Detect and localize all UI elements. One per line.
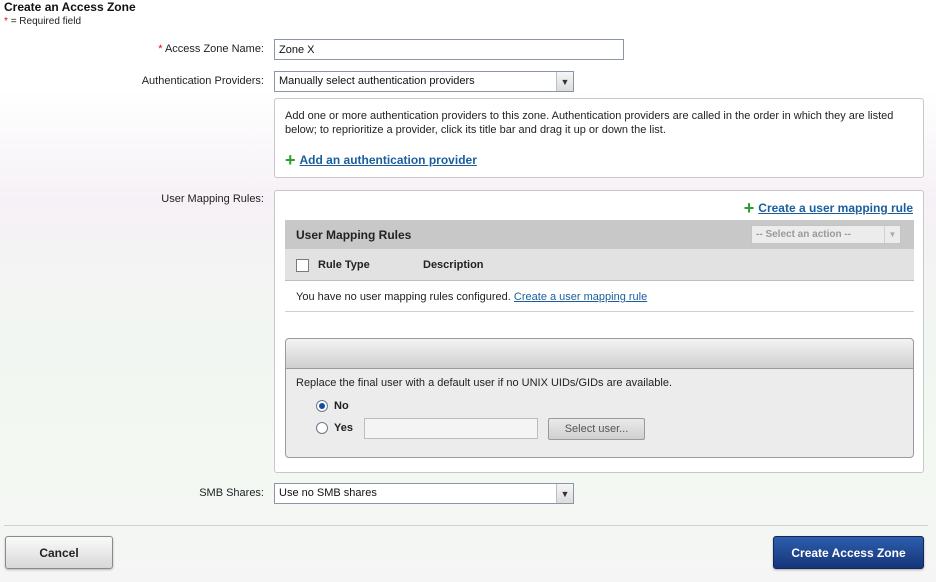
auth-providers-label: Authentication Providers:: [141, 75, 264, 87]
column-rule-type[interactable]: Rule Type: [318, 259, 370, 271]
mapping-table-title: User Mapping Rules: [296, 228, 412, 242]
chevron-down-icon[interactable]: ▼: [556, 484, 573, 503]
action-select[interactable]: -- Select an action -- ▼: [751, 225, 901, 244]
default-user-bar: [286, 339, 913, 369]
create-access-zone-button[interactable]: Create Access Zone: [773, 536, 924, 569]
user-mapping-panel: + Create a user mapping rule User Mappin…: [274, 190, 924, 473]
auth-providers-panel: Add one or more authentication providers…: [274, 98, 924, 178]
default-user-input[interactable]: [364, 418, 538, 439]
radio-selected-dot: [319, 403, 325, 409]
auth-providers-selected: Manually select authentication providers: [279, 75, 475, 87]
cancel-button[interactable]: Cancel: [5, 536, 113, 569]
divider: [285, 311, 914, 312]
auth-providers-select[interactable]: Manually select authentication providers…: [274, 71, 574, 92]
add-auth-provider-link[interactable]: Add an authentication provider: [300, 153, 477, 167]
auth-providers-info: Add one or more authentication providers…: [285, 110, 894, 136]
select-user-button[interactable]: Select user...: [548, 418, 645, 440]
mapping-table-columns: Rule Type Description: [285, 249, 914, 281]
radio-yes[interactable]: [316, 422, 328, 434]
option-yes[interactable]: Yes: [316, 422, 353, 434]
option-yes-label: Yes: [334, 422, 353, 434]
zone-name-label: * Access Zone Name:: [158, 43, 264, 55]
default-user-box: Replace the final user with a default us…: [285, 338, 914, 458]
smb-shares-selected: Use no SMB shares: [279, 487, 377, 499]
column-description[interactable]: Description: [423, 259, 484, 271]
add-auth-provider-button[interactable]: + Add an authentication provider: [285, 150, 477, 170]
required-note-text: = Required field: [10, 16, 82, 27]
mapping-empty-row: You have no user mapping rules configure…: [296, 291, 647, 303]
smb-shares-select[interactable]: Use no SMB shares ▼: [274, 483, 574, 504]
required-star: *: [158, 43, 163, 55]
footer-divider: [4, 525, 928, 526]
smb-shares-label: SMB Shares:: [199, 487, 264, 499]
plus-icon: +: [743, 198, 755, 218]
mapping-table-header: User Mapping Rules -- Select an action -…: [285, 220, 914, 249]
chevron-down-icon[interactable]: ▼: [556, 72, 573, 91]
create-mapping-rule-button[interactable]: + Create a user mapping rule: [743, 198, 913, 218]
mapping-empty-link[interactable]: Create a user mapping rule: [514, 291, 647, 303]
mapping-empty-text: You have no user mapping rules configure…: [296, 291, 511, 303]
select-all-checkbox[interactable]: [296, 259, 309, 272]
option-no[interactable]: No: [316, 400, 349, 412]
chevron-down-icon: ▼: [884, 226, 900, 243]
option-no-label: No: [334, 400, 349, 412]
radio-no[interactable]: [316, 400, 328, 412]
create-mapping-rule-link[interactable]: Create a user mapping rule: [758, 201, 913, 215]
action-select-placeholder: -- Select an action --: [756, 229, 852, 240]
required-note: * = Required field: [4, 16, 81, 27]
zone-name-input[interactable]: [274, 39, 624, 60]
plus-icon: +: [285, 150, 296, 170]
page-title: Create an Access Zone: [4, 0, 136, 14]
default-user-text: Replace the final user with a default us…: [296, 377, 673, 389]
required-star: *: [4, 16, 8, 27]
user-mapping-label: User Mapping Rules:: [161, 193, 264, 205]
